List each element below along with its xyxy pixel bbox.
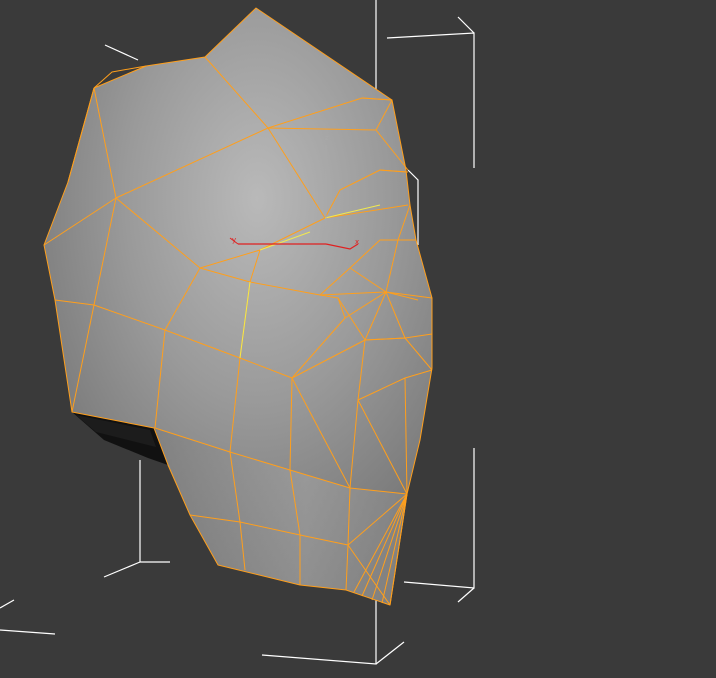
gizmo-z-label: z — [325, 134, 329, 142]
3d-viewport[interactable]: z y x — [0, 0, 716, 678]
gizmo-x-label: x — [355, 238, 359, 246]
gizmo-y-label: y — [232, 236, 236, 244]
viewport-canvas[interactable]: z y x — [0, 0, 716, 678]
